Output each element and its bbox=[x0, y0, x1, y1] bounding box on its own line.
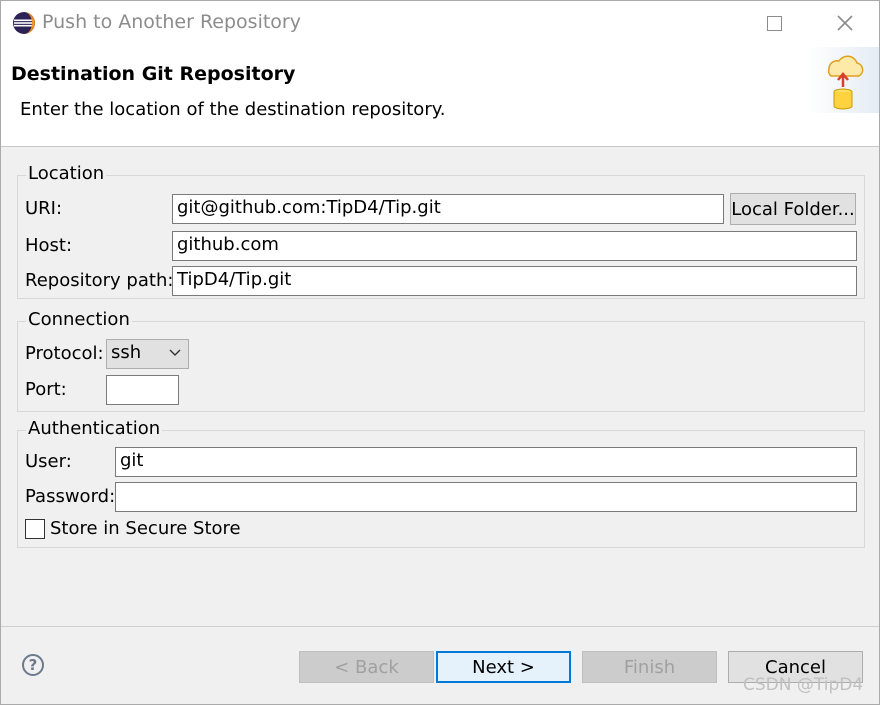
next-button[interactable]: Next > bbox=[436, 651, 571, 683]
cloud-repository-icon bbox=[807, 47, 879, 113]
host-label: Host: bbox=[25, 235, 73, 256]
wizard-header: Destination Git Repository Enter the loc… bbox=[1, 45, 879, 147]
protocol-value: ssh bbox=[111, 342, 142, 363]
window-title: Push to Another Repository bbox=[42, 11, 301, 33]
title-bar: Push to Another Repository bbox=[1, 1, 879, 45]
repository-path-label: Repository path: bbox=[25, 270, 174, 291]
eclipse-icon bbox=[13, 12, 35, 34]
dialog-window: Push to Another Repository Destination G… bbox=[0, 0, 880, 705]
page-description: Enter the location of the destination re… bbox=[20, 99, 446, 120]
host-input[interactable]: github.com bbox=[172, 231, 857, 261]
connection-group-label: Connection bbox=[26, 309, 132, 330]
maximize-button[interactable] bbox=[751, 7, 797, 39]
repository-path-input[interactable]: TipD4/Tip.git bbox=[172, 266, 857, 296]
close-button[interactable] bbox=[822, 7, 868, 39]
secure-store-checkbox[interactable] bbox=[25, 519, 45, 539]
uri-input[interactable]: git@github.com:TipD4/Tip.git bbox=[172, 194, 724, 224]
chevron-down-icon bbox=[169, 349, 181, 356]
authentication-group-label: Authentication bbox=[26, 418, 163, 439]
back-button[interactable]: < Back bbox=[299, 651, 434, 683]
maximize-icon bbox=[766, 15, 782, 31]
page-title: Destination Git Repository bbox=[11, 63, 296, 85]
secure-store-label: Store in Secure Store bbox=[50, 518, 241, 539]
location-group-label: Location bbox=[26, 163, 107, 184]
port-input[interactable] bbox=[106, 375, 179, 405]
finish-button[interactable]: Finish bbox=[582, 651, 717, 683]
password-input[interactable] bbox=[115, 482, 857, 512]
user-label: User: bbox=[25, 451, 72, 472]
port-label: Port: bbox=[25, 379, 67, 400]
footer-separator bbox=[1, 626, 879, 627]
password-label: Password: bbox=[25, 486, 116, 507]
watermark: CSDN @TipD4 bbox=[743, 675, 864, 695]
local-folder-button[interactable]: Local Folder... bbox=[730, 193, 856, 225]
help-icon[interactable]: ? bbox=[22, 654, 44, 676]
protocol-select[interactable]: ssh bbox=[106, 339, 189, 369]
uri-label: URI: bbox=[25, 198, 63, 219]
close-icon bbox=[837, 15, 853, 31]
user-input[interactable]: git bbox=[115, 447, 857, 477]
protocol-label: Protocol: bbox=[25, 343, 104, 364]
